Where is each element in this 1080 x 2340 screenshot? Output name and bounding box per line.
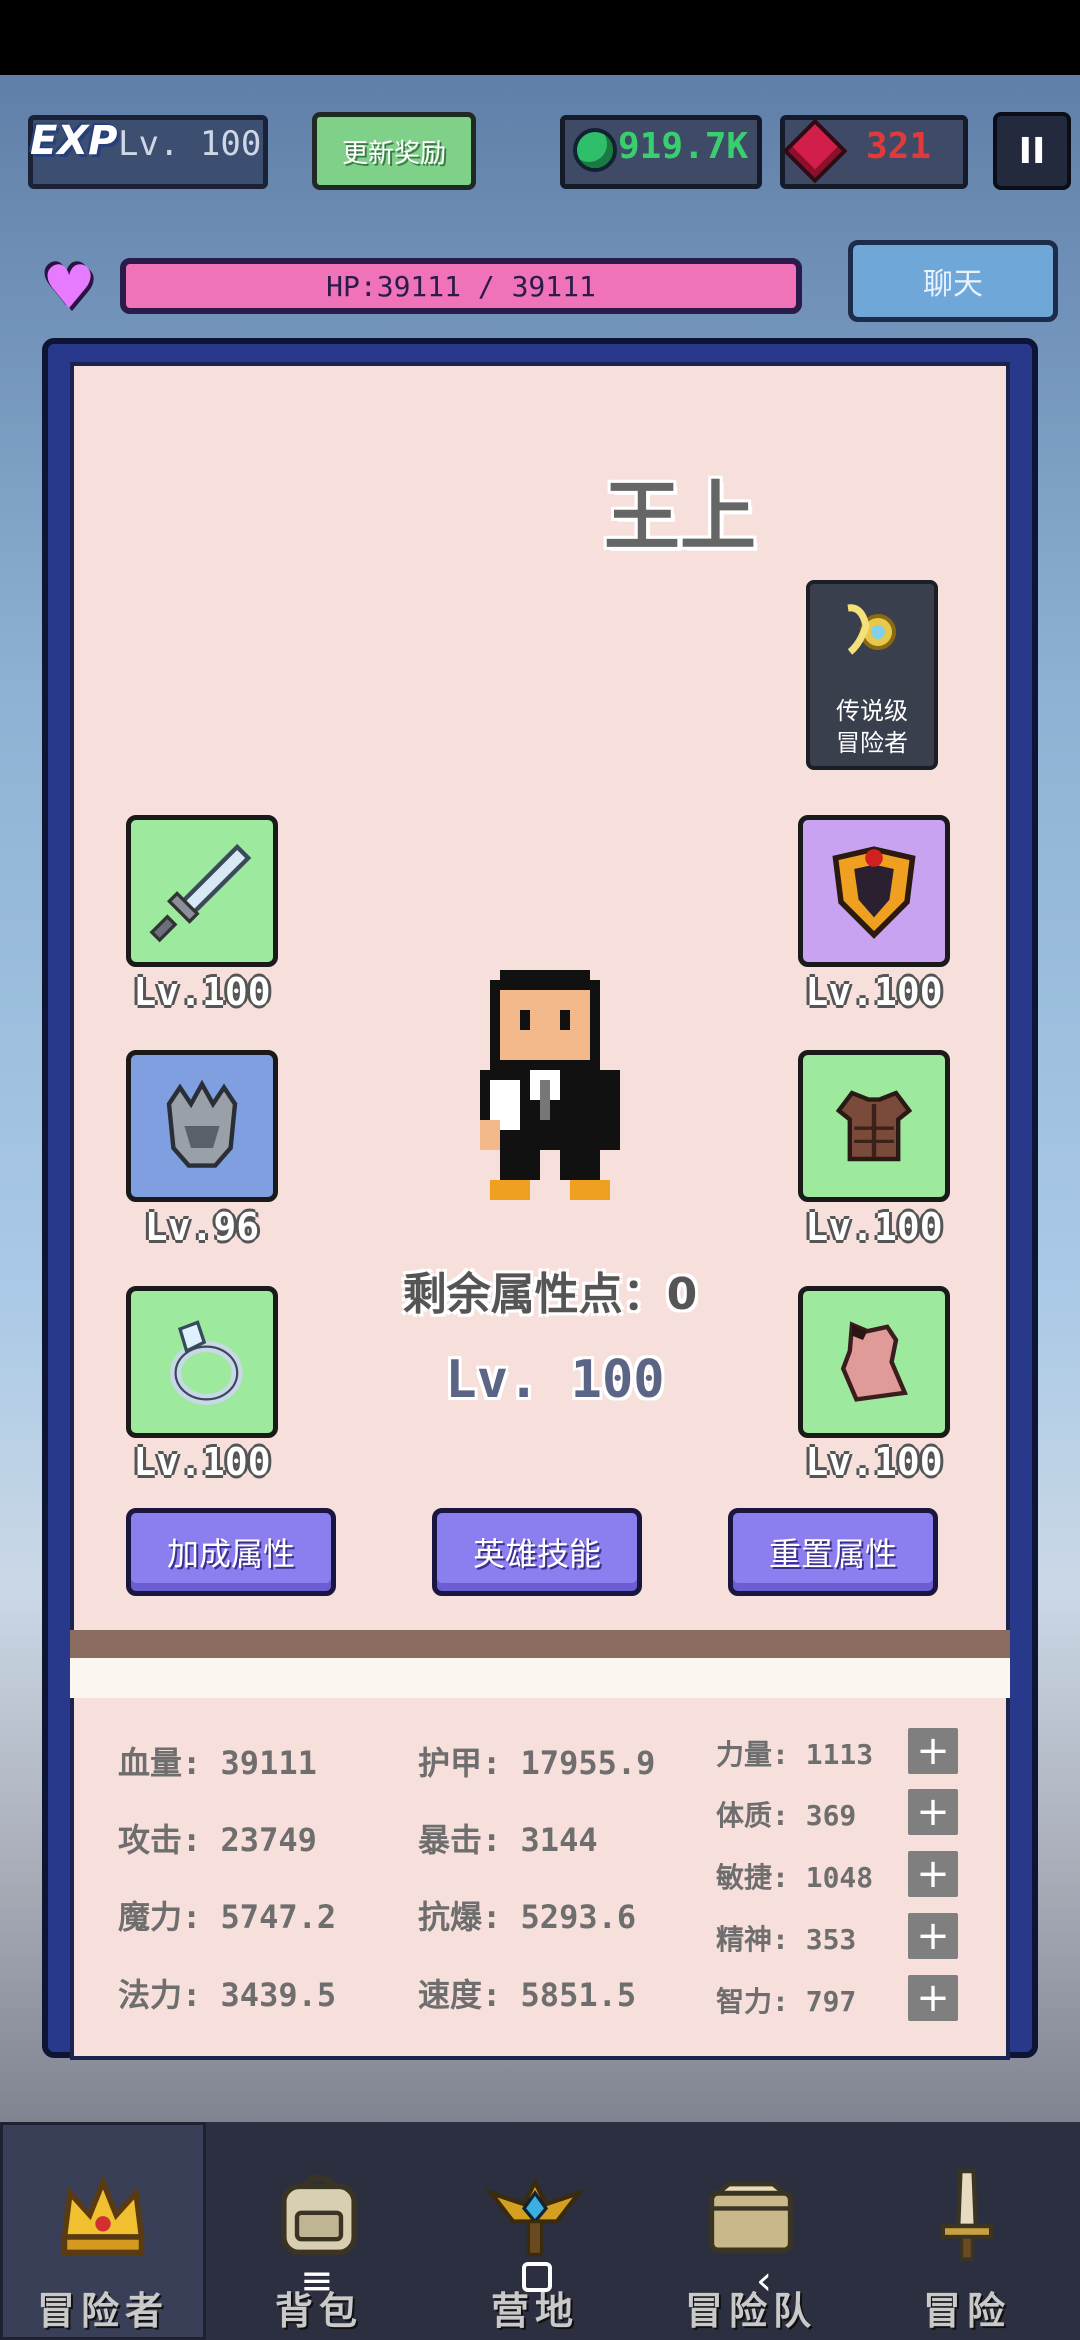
- stat-crit: 暴击: 3144: [418, 1821, 598, 1859]
- add-strength-button[interactable]: +: [908, 1728, 958, 1774]
- rank-line-1: 传说级: [836, 697, 908, 725]
- pause-button[interactable]: II: [993, 112, 1071, 190]
- stat-constitution: 体质: 369: [716, 1799, 857, 1832]
- nav-adventure-label: 冒险: [922, 2289, 1011, 2333]
- chat-button[interactable]: 聊天: [848, 240, 1058, 322]
- camp-icon: [484, 2177, 586, 2257]
- backpack-icon: [281, 2174, 357, 2256]
- remaining-attribute-points: 剩余属性点：0: [402, 1269, 698, 1320]
- crown-icon: [61, 2174, 145, 2256]
- status-bar: [0, 0, 1080, 75]
- nav-adventurer-label: 冒险者: [36, 2289, 169, 2333]
- cloth-icon: [840, 1321, 908, 1402]
- armor-icon: [835, 1090, 913, 1162]
- hero-name: 王上: [604, 472, 756, 561]
- hero-skills-button[interactable]: 英雄技能: [432, 1508, 642, 1596]
- stat-spirit: 精神: 353: [716, 1923, 857, 1956]
- panel-divider: [70, 1630, 1010, 1658]
- pause-icon: II: [1018, 130, 1046, 172]
- player-level: Lv. 100: [118, 124, 262, 164]
- home-icon[interactable]: [522, 2262, 552, 2292]
- helmet-icon: [166, 1079, 238, 1168]
- stat-intelligence: 智力: 797: [716, 1985, 857, 2018]
- stat-attack: 攻击: 23749: [118, 1821, 317, 1859]
- exp-label: EXP: [30, 118, 118, 164]
- legendary-emblem-icon: [847, 604, 896, 655]
- hero-sprite: [480, 970, 620, 1200]
- shield-slot[interactable]: [798, 815, 950, 967]
- add-constitution-button[interactable]: +: [908, 1789, 958, 1835]
- hp-text: HP:39111 / 39111: [326, 269, 596, 303]
- bonus-attributes-button[interactable]: 加成属性: [126, 1508, 336, 1596]
- stat-armor: 护甲: 17955.9: [418, 1744, 656, 1782]
- team-chest-icon: [708, 2182, 794, 2253]
- stat-agility: 敏捷: 1048: [716, 1861, 874, 1894]
- nav-team-label: 冒险队: [684, 2289, 817, 2333]
- red-gem-amount: 321: [866, 126, 932, 167]
- body-slot[interactable]: [798, 1286, 950, 1438]
- stat-mana: 法力: 3439.5: [118, 1976, 337, 2014]
- ring-slot[interactable]: [126, 1286, 278, 1438]
- shield-icon: [832, 846, 916, 939]
- menu-icon[interactable]: ≡: [300, 2258, 334, 2304]
- panel-divider-light: [70, 1658, 1010, 1698]
- sword-hilt-icon: [940, 2168, 994, 2261]
- stat-speed: 速度: 5851.5: [418, 1976, 637, 2014]
- reset-attributes-button[interactable]: 重置属性: [728, 1508, 938, 1596]
- sword-icon: [149, 843, 252, 943]
- add-intelligence-button[interactable]: +: [908, 1975, 958, 2021]
- weapon-level: Lv.100: [133, 970, 271, 1014]
- weapon-slot[interactable]: [126, 815, 278, 967]
- update-reward-button[interactable]: 更新奖励: [312, 112, 476, 190]
- green-gem-amount: 919.7K: [618, 126, 749, 167]
- body-level: Lv.100: [805, 1440, 943, 1484]
- helmet-level: Lv.96: [144, 1205, 260, 1249]
- add-agility-button[interactable]: +: [908, 1851, 958, 1897]
- shield-level: Lv.100: [805, 970, 943, 1014]
- rank-line-2: 冒险者: [836, 729, 908, 757]
- helmet-slot[interactable]: [126, 1050, 278, 1202]
- green-gem-icon: [573, 128, 617, 172]
- back-icon[interactable]: ‹: [756, 2258, 772, 2304]
- stat-hp: 血量: 39111: [118, 1744, 317, 1782]
- armor-slot[interactable]: [798, 1050, 950, 1202]
- armor-level: Lv.100: [805, 1205, 943, 1249]
- heart-icon: ♥: [42, 253, 96, 323]
- stat-strength: 力量: 1113: [716, 1738, 874, 1771]
- add-spirit-button[interactable]: +: [908, 1913, 958, 1959]
- rank-text: 传说级 冒险者: [806, 695, 938, 759]
- stat-crit-resist: 抗爆: 5293.6: [418, 1898, 637, 1936]
- stat-magic: 魔力: 5747.2: [118, 1898, 337, 1936]
- ring-icon: [170, 1320, 243, 1405]
- hero-level: Lv. 100: [445, 1350, 665, 1410]
- ring-level: Lv.100: [133, 1440, 271, 1484]
